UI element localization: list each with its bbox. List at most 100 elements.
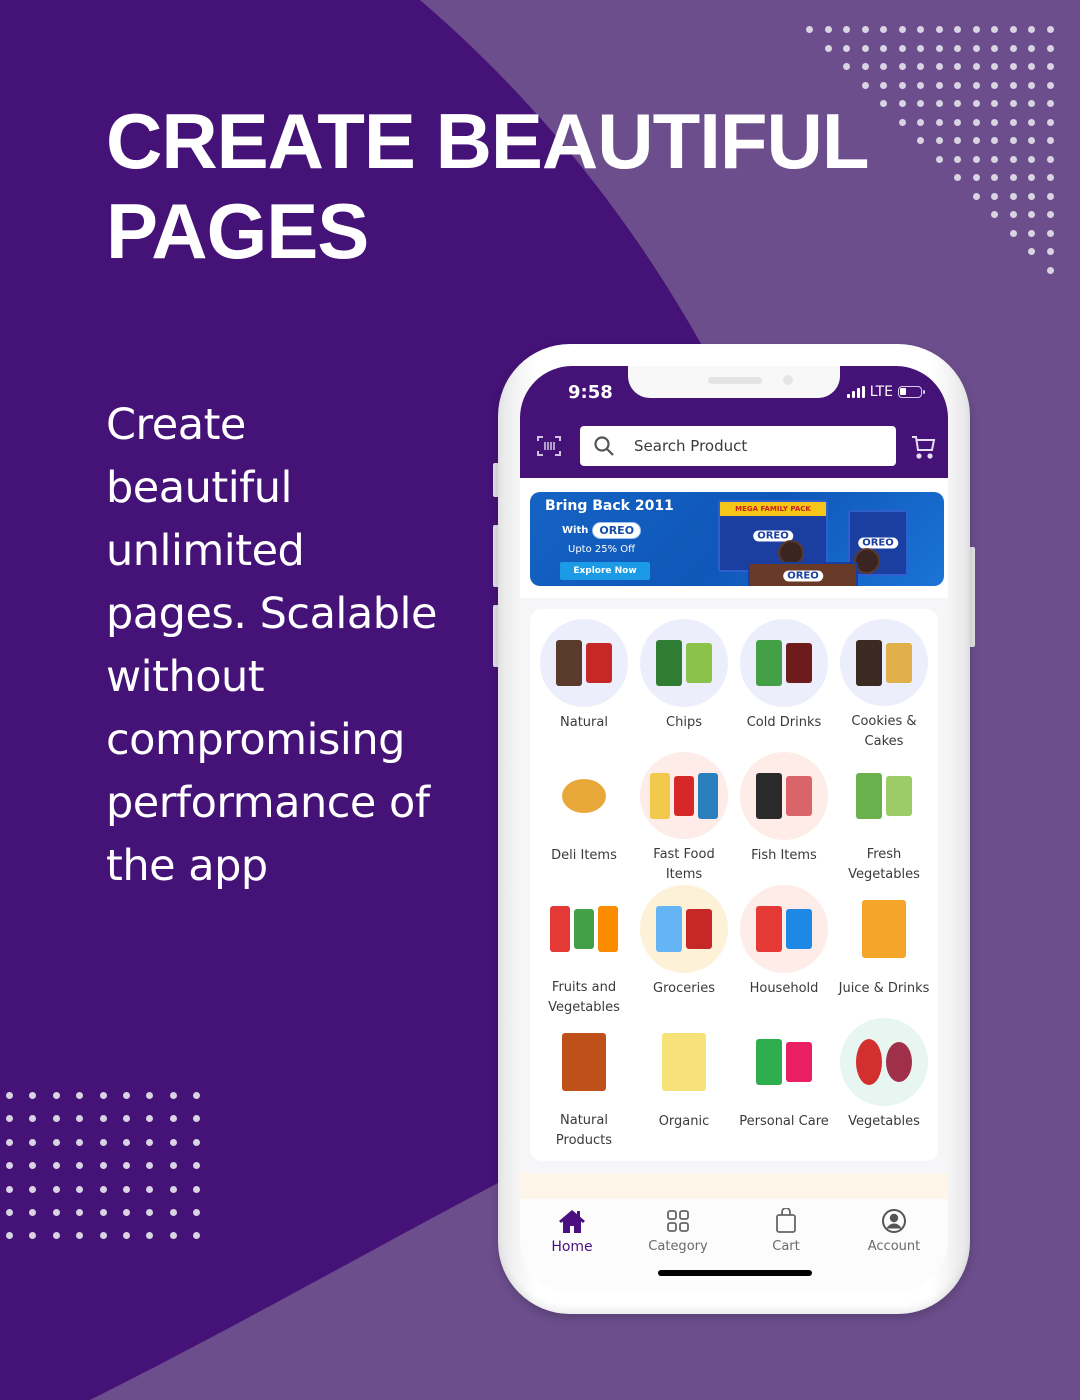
body-line: compromising [106, 715, 405, 765]
category-image [540, 752, 628, 840]
product-thumbnail [550, 905, 570, 952]
category-label: Deli Items [551, 848, 617, 863]
category-item[interactable]: Cold Drinks [734, 619, 834, 752]
product-thumbnail [656, 640, 682, 686]
category-item[interactable]: Natural [534, 619, 634, 752]
decorative-dot [99, 1209, 107, 1216]
product-thumbnail [886, 775, 912, 816]
decorative-dot [1046, 137, 1054, 144]
category-item[interactable]: Deli Items [534, 752, 634, 885]
phone-screen: 9:58 LTE Search Product Bring Back 2011 … [520, 366, 948, 1292]
product-thumbnail [698, 772, 718, 819]
promo-banner[interactable]: Bring Back 2011 With OREO Upto 25% Off E… [530, 492, 944, 586]
category-label: Cold Drinks [746, 715, 822, 730]
cart-icon[interactable] [910, 434, 936, 460]
nav-category[interactable]: Category [628, 1207, 728, 1254]
body-line: the app [106, 841, 268, 891]
decorative-dot [972, 137, 980, 144]
product-thumbnail [686, 909, 712, 949]
category-label: Fast Food Items [653, 847, 715, 882]
category-image [540, 885, 628, 972]
decorative-dot [991, 155, 998, 163]
category-image [540, 619, 628, 707]
product-thumbnail [886, 1042, 912, 1082]
decorative-dot [1046, 100, 1054, 107]
decorative-dot [1009, 44, 1017, 52]
category-label: Fruits and Vegetables [548, 980, 620, 1015]
decorative-dot [991, 26, 998, 33]
category-image [540, 1018, 628, 1105]
decorative-dot [991, 63, 998, 70]
category-label: Chips [666, 715, 702, 730]
category-item[interactable]: Chips [634, 619, 734, 752]
body-line: unlimited [106, 526, 305, 576]
decorative-dot [1046, 211, 1054, 218]
decorative-dot [99, 1115, 107, 1123]
category-item[interactable]: Household [734, 885, 834, 1018]
decorative-dot [954, 44, 961, 52]
barcode-scan-icon[interactable] [536, 434, 562, 458]
product-thumbnail [856, 772, 882, 819]
decorative-dot [1028, 118, 1035, 126]
decorative-dot [1009, 26, 1017, 33]
category-item[interactable]: Vegetables [834, 1018, 934, 1151]
decorative-dot [972, 174, 980, 181]
bottom-navigation: Home Category Cart Account [520, 1199, 948, 1292]
status-indicators: LTE [846, 384, 925, 400]
decorative-dot [1028, 155, 1035, 163]
category-item[interactable]: Fruits and Vegetables [534, 885, 634, 1018]
decorative-dot [1028, 44, 1035, 52]
product-thumbnail [786, 643, 812, 683]
decorative-dot [954, 63, 961, 70]
category-item[interactable]: Natural Products [534, 1018, 634, 1151]
category-item[interactable]: Fast Food Items [634, 752, 734, 885]
decorative-dot [52, 1092, 60, 1099]
decorative-dot [169, 1092, 177, 1099]
category-item[interactable]: Groceries [634, 885, 734, 1018]
body-line: pages. Scalable [106, 589, 437, 639]
battery-icon [898, 386, 925, 398]
category-item[interactable]: Juice & Drinks [834, 885, 934, 1018]
product-thumbnail [862, 900, 906, 958]
category-item[interactable]: Cookies & Cakes [834, 619, 934, 752]
decorative-dot [1046, 118, 1054, 126]
category-label: Natural [560, 715, 608, 730]
decorative-dot [99, 1092, 107, 1099]
product-thumbnail [756, 640, 782, 686]
body-line: without [106, 652, 265, 702]
decorative-dot [935, 44, 943, 52]
product-thumbnail [562, 779, 606, 813]
decorative-dot [52, 1162, 60, 1170]
decorative-dot [1009, 81, 1017, 89]
decorative-dot [1028, 192, 1035, 200]
decorative-dot [1028, 229, 1035, 237]
decorative-dot [972, 100, 980, 107]
category-item[interactable]: Organic [634, 1018, 734, 1151]
decorative-dot [1028, 63, 1035, 70]
decorative-dot [1028, 248, 1035, 255]
decorative-dot [52, 1185, 60, 1193]
decorative-dot [1046, 63, 1054, 70]
category-label: Natural Products [555, 1113, 613, 1148]
category-item[interactable]: Personal Care [734, 1018, 834, 1151]
decorative-dot [1028, 81, 1035, 89]
category-item[interactable]: Fish Items [734, 752, 834, 885]
nav-account[interactable]: Account [844, 1207, 944, 1254]
nav-cart[interactable]: Cart [736, 1207, 836, 1254]
decorative-dot [917, 26, 924, 33]
nav-home[interactable]: Home [522, 1207, 622, 1255]
body-line: Create [106, 400, 246, 450]
category-item[interactable]: Fresh Vegetables [834, 752, 934, 885]
banner-with: With OREO [562, 522, 642, 539]
search-input[interactable]: Search Product [580, 426, 896, 466]
decorative-dot [1046, 192, 1054, 200]
decorative-dot [1028, 100, 1035, 107]
decorative-dot [824, 44, 832, 52]
grid-icon [664, 1207, 692, 1235]
decorative-dot [843, 63, 850, 70]
decorative-dot [1028, 174, 1035, 181]
explore-now-button[interactable]: Explore Now [560, 562, 650, 580]
product-thumbnail [650, 772, 670, 819]
decorative-dot [954, 118, 961, 126]
decorative-dot [917, 81, 924, 89]
